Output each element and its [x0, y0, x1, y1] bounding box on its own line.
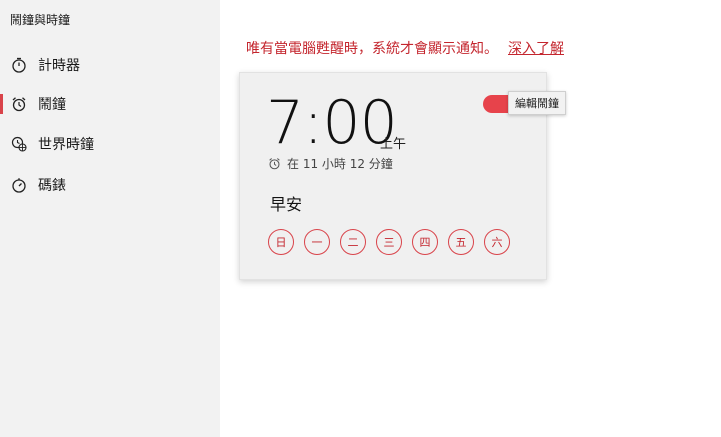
day-saturday[interactable]: 六 [484, 229, 510, 255]
alarms-app-window: 鬧鐘與時鐘 計時器 鬧鐘 世界時鐘 碼錶 唯有當電腦甦醒時，系統才會顯示通知。 … [0, 0, 721, 437]
alarm-card[interactable]: 7:00 上午 在 11 小時 12 分鐘 早安 日 一 二 三 四 五 六 [239, 72, 547, 280]
edit-alarm-tooltip: 編輯鬧鐘 [508, 91, 566, 115]
stopwatch-icon [10, 176, 28, 194]
world-clock-icon [10, 135, 28, 153]
wake-notice: 唯有當電腦甦醒時，系統才會顯示通知。 深入了解 [246, 38, 564, 58]
day-friday[interactable]: 五 [448, 229, 474, 255]
learn-more-link[interactable]: 深入了解 [508, 41, 564, 57]
day-thursday[interactable]: 四 [412, 229, 438, 255]
sidebar-item-label: 世界時鐘 [38, 137, 94, 153]
sidebar-item-label: 鬧鐘 [38, 97, 66, 113]
sidebar-item-alarm[interactable]: 鬧鐘 [0, 84, 220, 124]
sidebar-item-label: 計時器 [38, 58, 80, 74]
alarm-clock-icon [268, 157, 281, 170]
repeat-days: 日 一 二 三 四 五 六 [268, 229, 520, 255]
alarm-clock-icon [10, 95, 28, 113]
app-title: 鬧鐘與時鐘 [10, 13, 71, 27]
sidebar-item-stopwatch[interactable]: 碼錶 [0, 165, 220, 205]
sidebar-item-label: 碼錶 [38, 178, 66, 194]
alarm-countdown: 在 11 小時 12 分鐘 [268, 155, 393, 172]
countdown-text: 在 11 小時 12 分鐘 [287, 157, 393, 171]
day-tuesday[interactable]: 二 [340, 229, 366, 255]
day-sunday[interactable]: 日 [268, 229, 294, 255]
alarm-ampm: 上午 [380, 137, 407, 152]
alarm-name: 早安 [270, 195, 303, 214]
day-wednesday[interactable]: 三 [376, 229, 402, 255]
sidebar-item-world-clock[interactable]: 世界時鐘 [0, 124, 220, 164]
notice-text: 唯有當電腦甦醒時，系統才會顯示通知。 [246, 41, 498, 57]
sidebar-item-timer[interactable]: 計時器 [0, 45, 220, 85]
main-content: 唯有當電腦甦醒時，系統才會顯示通知。 深入了解 7:00 上午 在 11 小時 1… [220, 0, 721, 437]
timer-icon [10, 56, 28, 74]
alarm-time: 7:00 [266, 88, 398, 158]
day-monday[interactable]: 一 [304, 229, 330, 255]
sidebar: 鬧鐘與時鐘 計時器 鬧鐘 世界時鐘 碼錶 [0, 0, 220, 437]
